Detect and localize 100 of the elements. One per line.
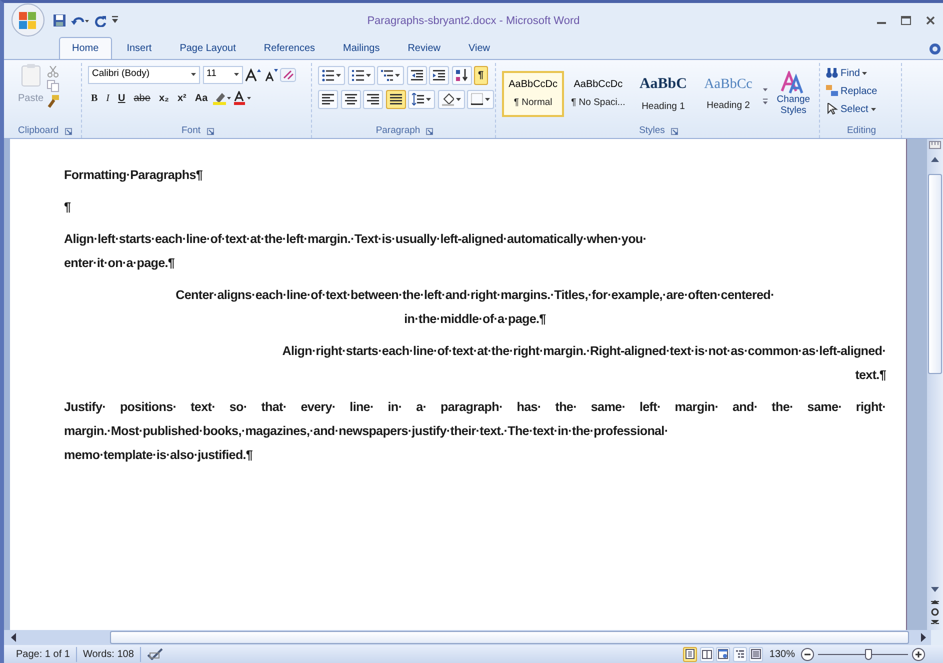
customize-icon[interactable] — [112, 16, 119, 24]
ribbon-tab[interactable]: View — [456, 37, 503, 59]
change-styles-button[interactable]: Change Styles — [772, 71, 816, 116]
format-button[interactable]: I — [103, 88, 113, 108]
web-layout-button[interactable] — [716, 646, 730, 662]
ribbon-tab[interactable]: Mailings — [330, 37, 393, 59]
caret-icon — [336, 74, 341, 76]
format-button[interactable]: abe — [130, 88, 154, 108]
dialog-launcher-icon[interactable] — [206, 128, 214, 134]
ribbon-tab[interactable]: Insert — [114, 37, 165, 59]
page-count: Page: 1 of 1 — [10, 646, 77, 662]
borders-icon — [471, 92, 483, 106]
style-option[interactable]: AaBbCc Heading 2 — [697, 70, 760, 116]
cursor-icon — [826, 103, 838, 115]
format-button[interactable]: U — [115, 88, 128, 108]
format-button[interactable]: x₂ — [156, 88, 172, 108]
help-icon[interactable] — [929, 43, 941, 55]
outline-view-button[interactable] — [732, 646, 747, 662]
grow-font-icon[interactable] — [245, 68, 261, 82]
outline-view-icon — [734, 649, 745, 659]
style-option[interactable]: AaBbCcDc ¶ No Spaci... — [567, 70, 630, 116]
paint-bucket-button[interactable] — [438, 90, 464, 108]
justify-button[interactable] — [386, 90, 406, 108]
format-button[interactable]: Aa — [192, 88, 211, 108]
style-option[interactable]: AaBbC Heading 1 — [632, 70, 694, 116]
cursor-button[interactable]: Select — [826, 102, 897, 116]
borders-button[interactable] — [467, 90, 494, 108]
numbering-button[interactable] — [348, 66, 374, 84]
browse-object-icon[interactable] — [931, 608, 939, 616]
scroll-up-icon[interactable] — [931, 157, 939, 162]
dialog-launcher-icon[interactable] — [670, 128, 678, 134]
font-name-field[interactable]: Calibri (Body) — [88, 66, 200, 84]
caret-icon — [395, 74, 400, 76]
clear-format-icon[interactable] — [280, 68, 296, 82]
scroll-left-icon[interactable] — [10, 633, 18, 642]
print-layout-icon — [685, 649, 696, 659]
close-icon[interactable] — [926, 16, 935, 24]
align-right-button[interactable] — [363, 90, 383, 108]
caret-icon — [426, 98, 431, 100]
bullets-icon — [322, 68, 334, 82]
zoom-slider-thumb[interactable] — [864, 648, 872, 660]
font-size-field[interactable]: 11 — [202, 66, 242, 84]
redo-icon[interactable] — [94, 14, 107, 26]
text-line: text.¶ — [855, 367, 886, 384]
align-center-button[interactable] — [340, 90, 360, 108]
replace-icon — [826, 85, 838, 97]
previous-page-icon[interactable] — [931, 598, 939, 604]
text-line: Formatting·Paragraphs¶ — [64, 167, 203, 184]
align-left-icon — [322, 92, 334, 106]
font-color-icon[interactable] — [234, 91, 252, 105]
multilevel-list-button[interactable] — [377, 66, 404, 84]
reading-view-button[interactable] — [700, 646, 714, 662]
line-spacing-button[interactable] — [408, 90, 435, 108]
clipboard-icon — [20, 63, 42, 87]
dialog-launcher-icon[interactable] — [426, 128, 434, 134]
zoom-out-icon[interactable] — [801, 648, 814, 660]
align-right-icon — [367, 92, 379, 106]
reading-view-icon — [702, 649, 712, 659]
decrease-indent-button[interactable] — [406, 66, 426, 84]
next-page-icon[interactable] — [931, 620, 939, 626]
replace-button[interactable]: Replace — [826, 84, 897, 98]
maximize-icon[interactable] — [901, 16, 911, 24]
group-label: Paragraph — [376, 124, 420, 138]
format-button[interactable]: x² — [174, 88, 190, 108]
brush-icon[interactable] — [46, 94, 59, 108]
scroll-thumb[interactable] — [928, 174, 942, 374]
bullets-button[interactable] — [318, 66, 345, 84]
format-button[interactable]: B — [88, 88, 101, 108]
text-line: ¶ — [64, 199, 71, 216]
increase-indent-button[interactable] — [429, 66, 449, 84]
style-option[interactable]: AaBbCcDc ¶ Normal — [502, 70, 564, 116]
window-title: Paragraphs-sbryant2.docx - Microsoft Word — [366, 14, 581, 29]
highlight-icon[interactable] — [213, 91, 232, 105]
binoculars-button[interactable]: Find — [826, 66, 897, 80]
shrink-font-icon[interactable] — [264, 68, 278, 82]
group-label: Styles — [639, 124, 665, 138]
scroll-down-icon[interactable] — [931, 587, 939, 592]
ribbon-tab[interactable]: References — [250, 37, 328, 59]
word-count: Words: 108 — [76, 646, 141, 662]
scroll-right-icon[interactable] — [919, 633, 927, 642]
text-line: Align·left·starts·each·line·of·text·at·the·left·margin.·Text·is·usually·left-aligned·automatically·when·you· — [64, 231, 647, 248]
ribbon-tab[interactable]: Page Layout — [166, 37, 249, 59]
scissors-icon[interactable] — [46, 66, 59, 78]
print-layout-button[interactable] — [683, 646, 698, 662]
ribbon-tab[interactable]: Home — [59, 37, 112, 59]
line-spacing-icon — [412, 92, 424, 106]
dialog-launcher-icon[interactable] — [64, 128, 72, 134]
scroll-thumb[interactable] — [110, 631, 909, 644]
show-marks-button[interactable]: ¶ — [474, 66, 488, 84]
sort-button[interactable] — [452, 66, 472, 84]
ribbon-tab[interactable]: Review — [394, 37, 454, 59]
align-left-button[interactable] — [318, 90, 338, 108]
caret-icon — [456, 98, 460, 100]
zoom-in-icon[interactable] — [912, 648, 925, 660]
save-icon[interactable] — [53, 14, 66, 26]
decrease-indent-icon — [410, 68, 422, 82]
multilevel-list-icon — [381, 68, 393, 82]
ruler-icon[interactable] — [929, 139, 941, 151]
draft-view-button[interactable] — [749, 646, 764, 662]
proofing-icon[interactable] — [146, 648, 163, 660]
